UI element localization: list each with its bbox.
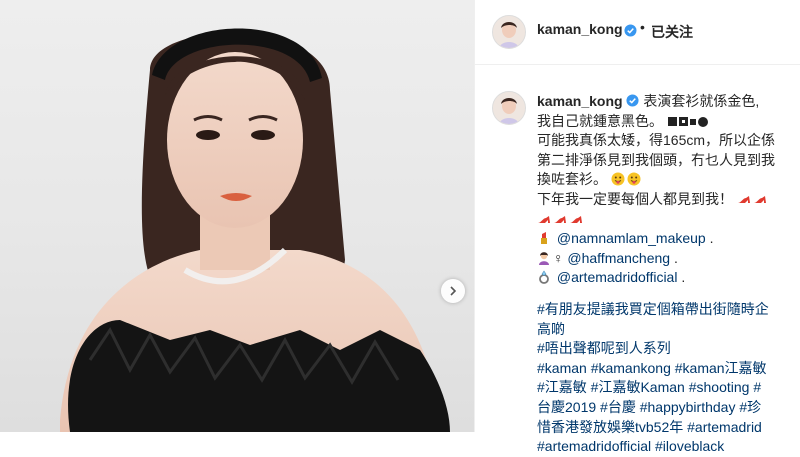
- black-square-icon: [667, 117, 677, 127]
- post-side-panel: kaman_kong • 已关注 kaman_kong 表演套衫就係金色, 我自…: [474, 0, 800, 454]
- avatar[interactable]: [492, 15, 526, 49]
- hashtag-line-6[interactable]: 台慶2019 #台慶 #happybirthday #珍: [537, 398, 787, 418]
- caption-line-5: 換咗套衫。: [537, 171, 607, 188]
- verified-badge-icon: [626, 94, 640, 107]
- next-photo-button[interactable]: [441, 279, 465, 303]
- mention-jewelry[interactable]: @artemadridofficial: [557, 269, 678, 285]
- caption-line-3: 可能我真係太矮，得165cm，所以企係: [537, 132, 776, 149]
- chevron-right-icon: [450, 286, 457, 296]
- post-photo[interactable]: [0, 0, 474, 432]
- high-heel-emoji-icon: [737, 195, 750, 203]
- mention-3-suffix: .: [677, 269, 686, 286]
- avatar-image: [493, 16, 525, 48]
- hashtag-line-4[interactable]: #kaman #kamankong #kaman江嘉敏: [537, 359, 787, 379]
- tongue-face-emoji-icon: [627, 172, 641, 186]
- following-button[interactable]: 已关注: [651, 22, 693, 42]
- high-heel-emoji-icon: [570, 215, 582, 223]
- tongue-face-emoji-icon: [611, 172, 625, 186]
- caption-line-2: 我自己就鍾意黑色。: [537, 112, 663, 129]
- caption-line-6: 下年我一定要每個人都見到我！: [537, 190, 733, 207]
- post-caption: kaman_kong 表演套衫就係金色, 我自己就鍾意黑色。 可能我真係太矮，得…: [537, 92, 787, 457]
- female-sign: ♀: [553, 249, 564, 266]
- caption-avatar[interactable]: [492, 91, 526, 125]
- hashtag-line-7[interactable]: 惜香港發放娛樂tvb52年 #artemadrid: [537, 418, 787, 438]
- framed-square-icon: [678, 117, 688, 127]
- separator-dot: •: [640, 19, 645, 35]
- caption-username[interactable]: kaman_kong: [537, 93, 623, 109]
- mention-stylist[interactable]: @haffmancheng: [567, 250, 670, 266]
- high-heel-emoji-icon: [538, 215, 550, 223]
- mention-2-suffix: .: [670, 249, 678, 266]
- woman-emoji-icon: [539, 252, 549, 265]
- post-header: kaman_kong • 已关注: [475, 0, 800, 65]
- caption-line-1: 表演套衫就係金色,: [643, 93, 760, 109]
- hashtag-line-2[interactable]: 高啲: [537, 320, 787, 340]
- high-heel-emoji-icon: [753, 195, 766, 203]
- black-circle-icon: [697, 116, 708, 127]
- verified-badge-icon: [624, 24, 637, 37]
- high-heel-emoji-icon: [554, 215, 566, 223]
- lipstick-emoji-icon: [541, 232, 547, 245]
- hashtag-line-1[interactable]: #有朋友提議我買定個箱帶出街隨時企: [537, 300, 787, 320]
- hashtag-line-5[interactable]: #江嘉敏 #江嘉敏Kaman #shooting #: [537, 378, 787, 398]
- header-username[interactable]: kaman_kong: [537, 21, 623, 37]
- mention-1-suffix: .: [705, 230, 714, 247]
- ring-emoji-icon: [539, 270, 549, 285]
- caption-avatar-image: [493, 92, 525, 124]
- caption-line-4: 第二排淨係見到我個頭，冇乜人見到我: [537, 151, 775, 168]
- portrait-illustration: [60, 28, 450, 432]
- hashtag-line-3[interactable]: #唔出聲都呢到人系列: [537, 339, 787, 359]
- hashtag-line-8[interactable]: #artemadridofficial #iloveblack: [537, 437, 787, 457]
- mention-makeup[interactable]: @namnamlam_makeup: [557, 230, 706, 246]
- small-square-icon: [689, 118, 696, 125]
